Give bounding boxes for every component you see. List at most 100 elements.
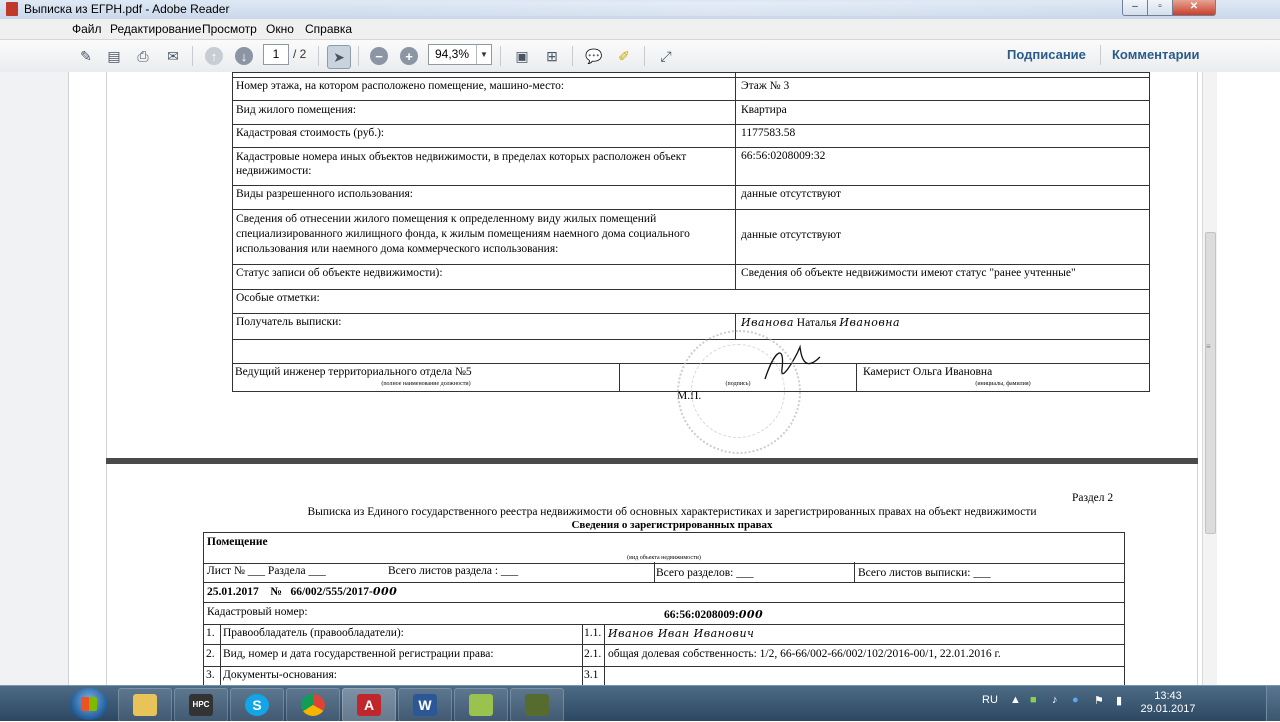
toolbar-separator — [358, 46, 359, 66]
menu-bar: Файл Редактирование Просмотр Окно Справк… — [0, 19, 1280, 40]
update-icon[interactable]: ● — [1072, 694, 1079, 706]
toolbar: ✎ ▤ ⎙ ✉ ↑ ↓ ➤ − + ▣ ⊞ 💬 ✐ ⤢ — [0, 40, 1280, 73]
item-label: Правообладатель (правообладатели): — [223, 627, 404, 639]
select-tool-icon[interactable]: ➤ — [327, 45, 351, 69]
sections-total: Всего разделов: ___ — [656, 567, 754, 579]
toolbar-separator — [644, 46, 645, 66]
save-icon[interactable]: ▤ — [103, 45, 125, 67]
taskbar-skype[interactable]: S — [230, 688, 284, 722]
previous-page-icon[interactable]: ↑ — [205, 47, 223, 65]
toolbar-separator — [192, 46, 193, 66]
menu-file[interactable]: Файл — [72, 22, 102, 36]
toolbar-separator — [572, 46, 573, 66]
pdf-page-2: Раздел 2 Выписка из Единого государствен… — [106, 464, 1198, 685]
fit-page-icon[interactable]: ▣ — [511, 45, 533, 67]
table-row: Номер этажа, на котором расположено поме… — [232, 77, 1150, 101]
row-label: Вид жилого помещения: — [233, 101, 736, 124]
table-row: Особые отметки: — [232, 289, 1150, 314]
table-row: Сведения об отнесении жилого помещения к… — [232, 209, 1150, 265]
row-value: Сведения об объекте недвижимости имеют с… — [741, 267, 1076, 279]
print-icon[interactable]: ⎙ — [132, 45, 154, 67]
table-row: 1. Правообладатель (правообладатели): 1.… — [203, 624, 1125, 645]
taskbar-acrobat[interactable]: A — [342, 688, 396, 722]
taskbar-video[interactable]: HPC — [174, 688, 228, 722]
toolbar-separator — [318, 46, 319, 66]
create-pdf-icon[interactable]: ✎ — [75, 45, 97, 67]
comment-icon[interactable]: 💬 — [583, 45, 605, 67]
minimize-button[interactable]: – — [1122, 0, 1148, 16]
word-icon: W — [413, 694, 437, 716]
item-sub: 1.1. — [584, 627, 602, 639]
navigation-pane — [0, 72, 69, 685]
table-row: Кадастровые номера иных объектов недвижи… — [232, 147, 1150, 186]
acrobat-icon: A — [357, 694, 381, 716]
recipient-patronymic: Ивановна — [839, 316, 901, 329]
section-number: Раздел 2 — [1072, 492, 1114, 504]
system-clock[interactable]: 13:43 29.01.2017 — [1138, 690, 1198, 716]
row-value: Квартира — [741, 104, 787, 116]
toolbar-separator — [500, 46, 501, 66]
item-number: 2. — [206, 648, 215, 660]
show-hidden-icon[interactable]: ▲ — [1010, 694, 1021, 706]
document-subheading: Сведения о зарегистрированных правах — [571, 519, 773, 531]
table-row: 3. Документы-основания: 3.1 — [203, 666, 1125, 685]
sign-panel-link[interactable]: Подписание — [1007, 47, 1086, 62]
clock-time: 13:43 — [1154, 690, 1182, 702]
sheets-total: Всего листов выписки: ___ — [858, 567, 991, 579]
row-value: данные отсутствуют — [741, 188, 841, 200]
zoom-in-icon[interactable]: + — [400, 47, 418, 65]
adobe-reader-icon — [6, 2, 18, 16]
object-caption: (вид объекта недвижимости) — [627, 555, 701, 561]
zoom-select[interactable]: 94,3% ▼ — [428, 44, 492, 65]
item-label: Вид, номер и дата государственной регист… — [223, 648, 494, 660]
taskbar-explorer[interactable] — [118, 688, 172, 722]
next-page-icon[interactable]: ↓ — [235, 47, 253, 65]
maximize-button[interactable]: ▫ — [1147, 0, 1173, 16]
speaker-icon[interactable]: ♪ — [1052, 694, 1058, 706]
taskbar-notes[interactable] — [454, 688, 508, 722]
taskbar-chrome[interactable] — [286, 688, 340, 722]
document-view[interactable]: Номер этажа, на котором расположено поме… — [69, 72, 1202, 685]
network-icon[interactable]: ▮ — [1116, 694, 1122, 707]
taskbar-other[interactable] — [510, 688, 564, 722]
object-type: Помещение — [207, 536, 268, 548]
language-indicator[interactable]: RU — [982, 694, 998, 706]
scrollbar-thumb[interactable] — [1205, 232, 1216, 534]
item-value: Иванов Иван Иванович — [608, 627, 755, 640]
row-label: Сведения об отнесении жилого помещения к… — [233, 209, 736, 264]
start-button[interactable] — [70, 688, 108, 720]
fit-width-icon[interactable]: ⊞ — [541, 45, 563, 67]
email-icon[interactable]: ✉ — [162, 45, 184, 67]
sheets-row: Лист № ___ Раздела ___ Всего листов разд… — [203, 562, 1125, 583]
background-windows — [300, 2, 1120, 16]
zoom-out-icon[interactable]: − — [370, 47, 388, 65]
official-name: Камерист Ольга Ивановна — [863, 366, 993, 378]
row-label: Номер этажа, на котором расположено поме… — [233, 77, 736, 100]
skype-icon: S — [245, 694, 269, 716]
menu-window[interactable]: Окно — [266, 22, 294, 36]
menu-view[interactable]: Просмотр — [202, 22, 257, 36]
taskbar-word[interactable]: W — [398, 688, 452, 722]
extract-date: 25.01.2017 — [207, 586, 259, 598]
row-label: Виды разрешенного использования: — [233, 185, 736, 209]
tray-app-icon[interactable]: ■ — [1030, 694, 1037, 706]
menu-edit[interactable]: Редактирование — [110, 22, 201, 36]
recipient-label: Получатель выписки: — [233, 313, 736, 339]
chevron-down-icon[interactable]: ▼ — [476, 45, 491, 64]
highlight-icon[interactable]: ✐ — [613, 45, 635, 67]
row-label: Кадастровая стоимость (руб.): — [233, 124, 736, 147]
comment-panel-link[interactable]: Комментарии — [1112, 47, 1200, 62]
item-number: 3. — [206, 669, 215, 681]
close-button[interactable]: ✕ — [1172, 0, 1216, 16]
table-row: Статус записи об объекте недвижимости): … — [232, 264, 1150, 290]
cadastral-hand: 000 — [738, 608, 764, 621]
name-caption: (инициалы, фамилия) — [975, 381, 1031, 387]
menu-help[interactable]: Справка — [305, 22, 352, 36]
page-number-input[interactable]: 1 — [263, 44, 289, 65]
show-desktop-button[interactable] — [1266, 686, 1280, 721]
fullscreen-icon[interactable]: ⤢ — [655, 45, 677, 67]
recipient-name: Наталья — [796, 317, 837, 329]
table-row: Вид жилого помещения: Квартира — [232, 101, 1150, 125]
action-center-icon[interactable]: ⚑ — [1094, 694, 1104, 707]
vertical-scrollbar[interactable]: ≡ — [1202, 72, 1217, 685]
